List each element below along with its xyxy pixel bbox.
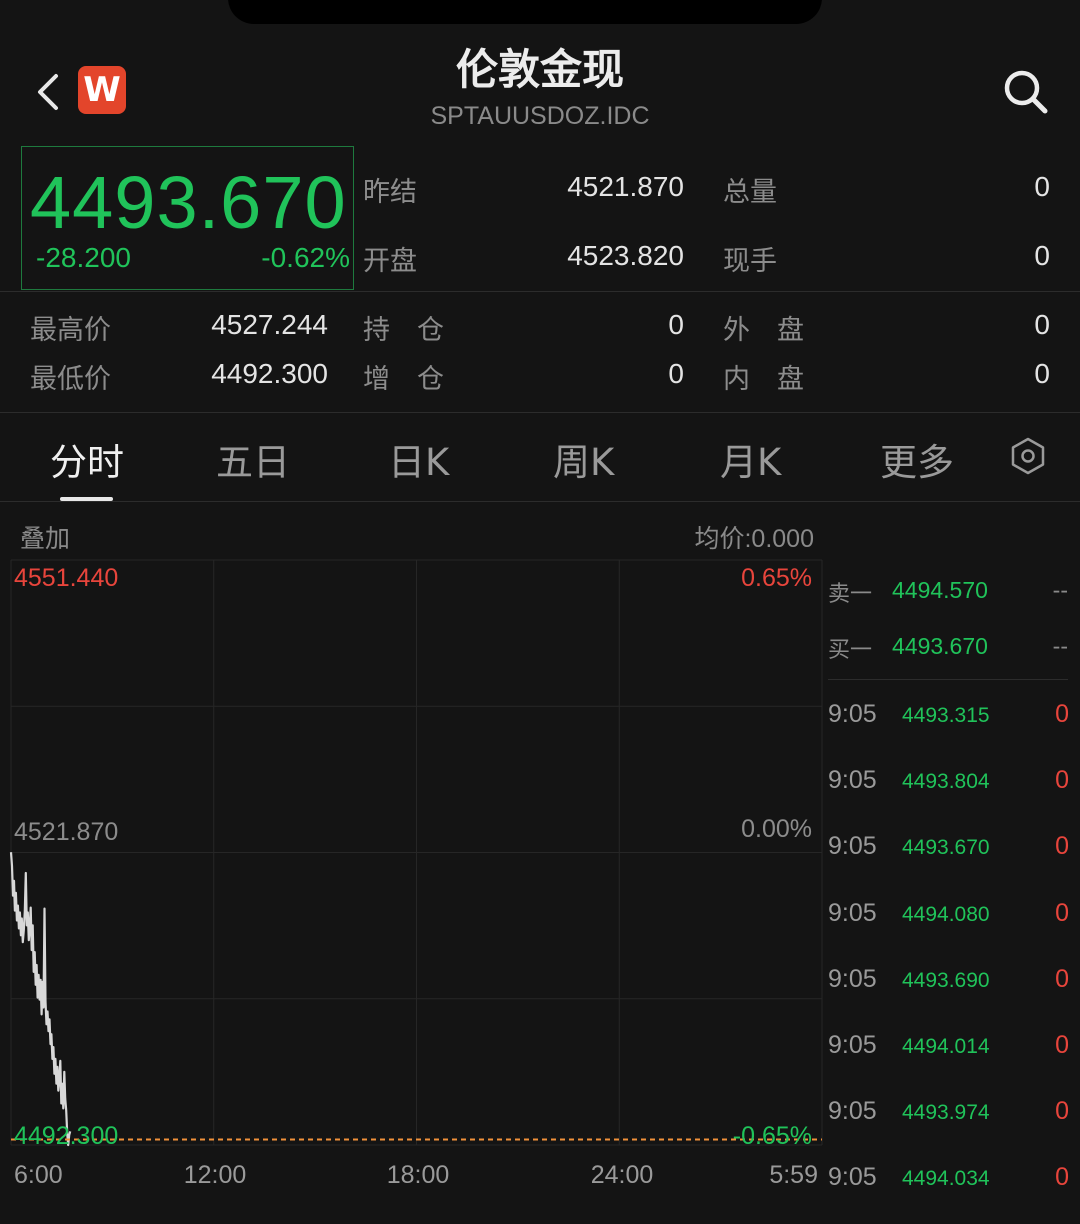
- y-top-label: 4551.440: [14, 564, 118, 592]
- trade-time: 9:05: [828, 1097, 877, 1126]
- tab-five-day[interactable]: 五日: [216, 432, 290, 486]
- open-interest-value: 0: [668, 309, 684, 340]
- trade-volume: 0: [1055, 1163, 1069, 1192]
- ask-label: 卖一: [828, 582, 873, 607]
- y-bottom-label: 4492.300: [14, 1122, 118, 1150]
- page-title: 伦敦金现: [455, 45, 624, 94]
- inner-volume-label: 内 盘: [723, 364, 804, 395]
- tab-monthly-k[interactable]: 月K: [720, 432, 781, 486]
- trade-time: 9:05: [828, 832, 877, 861]
- x-tick-label: 5:59: [769, 1161, 818, 1189]
- app-logo[interactable]: W: [78, 66, 126, 114]
- symbol-code: SPTAUUSDOZ.IDC: [430, 102, 650, 130]
- tab-intraday[interactable]: 分时: [50, 432, 124, 486]
- ask-volume: --: [1052, 577, 1068, 603]
- x-tick-label: 6:00: [14, 1161, 63, 1189]
- open-value: 4523.820: [567, 240, 684, 271]
- x-tick-label: 24:00: [591, 1161, 654, 1189]
- outer-volume-label: 外 盘: [723, 315, 804, 346]
- open-interest-label: 持 仓: [363, 315, 444, 346]
- y-mid-label: 4521.870: [14, 818, 118, 846]
- tab-weekly-k[interactable]: 周K: [553, 432, 614, 486]
- x-tick-label: 18:00: [387, 1161, 450, 1189]
- trade-time: 9:05: [828, 1031, 877, 1059]
- ask-price: 4494.570: [892, 577, 988, 603]
- tab-daily-k[interactable]: 日K: [388, 432, 449, 486]
- trade-time: 9:05: [828, 964, 877, 993]
- pct-top-label: 0.65%: [741, 564, 812, 592]
- trade-price: 4493.670: [902, 836, 990, 860]
- price-change: -28.200: [36, 242, 131, 273]
- trade-price: 4494.080: [902, 902, 990, 926]
- search-icon[interactable]: [1000, 66, 1050, 116]
- current-hand-label: 现手: [723, 246, 777, 277]
- trade-volume: 0: [1055, 964, 1069, 993]
- last-price: 4493.670: [30, 161, 347, 244]
- low-label: 最低价: [30, 364, 111, 395]
- trade-price: 4493.804: [902, 770, 990, 794]
- low-value: 4492.300: [211, 358, 328, 389]
- x-tick-label: 12:00: [184, 1161, 247, 1189]
- divider: [0, 501, 1080, 502]
- pct-bottom-label: -0.65%: [733, 1122, 812, 1150]
- oi-change-label: 增 仓: [363, 364, 444, 395]
- overlay-button[interactable]: 叠加: [20, 519, 70, 555]
- high-label: 最高价: [30, 315, 111, 346]
- current-hand-value: 0: [1034, 240, 1050, 271]
- prev-settle-value: 4521.870: [567, 171, 684, 202]
- bid-price: 4493.670: [892, 633, 988, 659]
- trade-time: 9:05: [828, 700, 877, 728]
- bid-volume: --: [1052, 633, 1068, 659]
- oi-change-value: 0: [668, 358, 684, 389]
- phone-notch: [228, 0, 822, 24]
- pct-mid-label: 0.00%: [741, 815, 812, 843]
- trade-price: 4494.014: [902, 1035, 990, 1058]
- trade-price: 4493.974: [902, 1101, 990, 1125]
- trade-volume: 0: [1055, 766, 1069, 795]
- trade-volume: 0: [1055, 832, 1069, 861]
- trade-volume: 0: [1055, 1031, 1069, 1059]
- divider: [0, 412, 1080, 413]
- divider: [0, 291, 1080, 292]
- total-volume-label: 总量: [723, 177, 777, 208]
- back-arrow-icon[interactable]: [30, 70, 70, 114]
- tab-more[interactable]: 更多: [880, 432, 954, 486]
- chart-grid: [10, 559, 823, 1146]
- outer-volume-value: 0: [1034, 309, 1050, 340]
- settings-icon[interactable]: [1008, 436, 1048, 476]
- total-volume-value: 0: [1034, 171, 1050, 202]
- price-change-pct: -0.62%: [261, 242, 350, 273]
- open-label: 开盘: [363, 246, 417, 277]
- trade-price: 4493.690: [902, 968, 990, 992]
- trade-time: 9:05: [828, 766, 877, 795]
- trade-price: 4494.034: [902, 1167, 990, 1191]
- intraday-chart[interactable]: 4551.440 0.65% 4521.870 0.00% 4492.300 -…: [0, 555, 830, 1195]
- average-price: 均价:0.000: [694, 525, 814, 553]
- high-value: 4527.244: [211, 309, 328, 340]
- trade-volume: 0: [1055, 700, 1069, 728]
- trade-time: 9:05: [828, 898, 877, 927]
- trade-price: 4493.315: [902, 704, 990, 727]
- prev-settle-label: 昨结: [363, 177, 417, 208]
- trade-volume: 0: [1055, 1097, 1069, 1126]
- inner-volume-value: 0: [1034, 358, 1050, 389]
- trade-time: 9:05: [828, 1163, 877, 1192]
- orderbook-divider: [828, 679, 1068, 680]
- trade-volume: 0: [1055, 898, 1069, 927]
- bid-label: 买一: [828, 638, 873, 663]
